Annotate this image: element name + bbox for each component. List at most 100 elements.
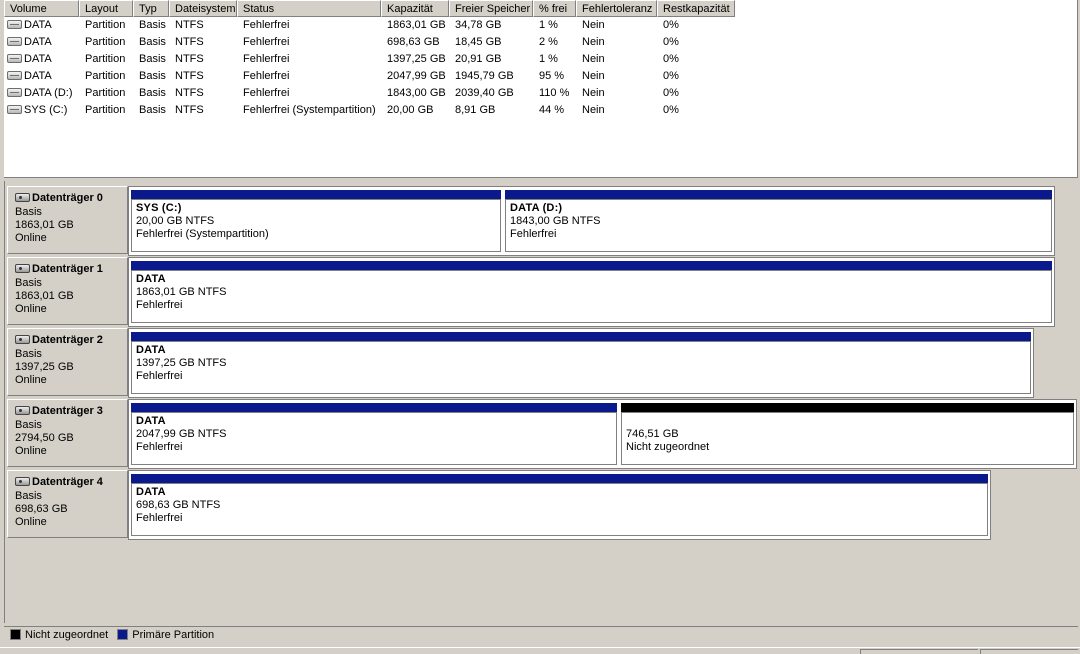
fault-tolerance-cell: Nein xyxy=(582,19,605,31)
partition-size: 1863,01 GB NTFS xyxy=(136,286,227,298)
disk-type: Basis xyxy=(15,419,42,431)
partition-status: Fehlerfrei xyxy=(136,441,183,453)
disk-label-3[interactable]: Datenträger 3 Basis 2794,50 GB Online xyxy=(7,399,128,467)
column-header-typ[interactable]: Typ xyxy=(133,0,169,17)
disk-type: Basis xyxy=(15,206,42,218)
free-space-cell: 2039,40 GB xyxy=(455,87,514,99)
free-space-cell: 18,45 GB xyxy=(455,36,502,48)
volume-name: SYS (C:) xyxy=(24,104,68,116)
disk-label-0[interactable]: Datenträger 0 Basis 1863,01 GB Online xyxy=(7,186,128,254)
primary-partition-swatch xyxy=(117,629,129,640)
fault-tolerance-cell: Nein xyxy=(582,36,605,48)
table-row[interactable]: DATA Partition Basis NTFS Fehlerfrei 698… xyxy=(4,34,1077,51)
fault-tolerance-cell: Nein xyxy=(582,53,605,65)
volume-list[interactable]: Volume Layout Typ Dateisystem Status Kap… xyxy=(4,0,1078,178)
free-space-cell: 1945,79 GB xyxy=(455,70,514,82)
column-header-fehlertoleranz[interactable]: Fehlertoleranz xyxy=(576,0,657,17)
type-cell: Basis xyxy=(139,104,166,116)
table-row[interactable]: DATA Partition Basis NTFS Fehlerfrei 186… xyxy=(4,17,1077,34)
hard-disk-icon xyxy=(15,264,30,273)
column-header-freier-speicher[interactable]: Freier Speicher xyxy=(449,0,533,17)
partition-name: DATA xyxy=(136,273,166,285)
disk-size: 1863,01 GB xyxy=(15,219,74,231)
disk-label-1[interactable]: Datenträger 1 Basis 1863,01 GB Online xyxy=(7,257,128,325)
partition-status: Fehlerfrei xyxy=(510,228,557,240)
partition-unallocated[interactable]: 746,51 GB Nicht zugeordnet xyxy=(619,400,1076,468)
column-header-prozent-frei[interactable]: % frei xyxy=(533,0,576,17)
partition-size: 1397,25 GB NTFS xyxy=(136,357,227,369)
volume-cell: DATA (D:) xyxy=(4,85,79,102)
status-cell: Fehlerfrei xyxy=(243,36,290,48)
table-row[interactable]: DATA (D:) Partition Basis NTFS Fehlerfre… xyxy=(4,85,1077,102)
partition-data[interactable]: DATA 2047,99 GB NTFS Fehlerfrei xyxy=(129,400,619,468)
disk-title: Datenträger 2 xyxy=(32,334,103,346)
volume-list-header: Volume Layout Typ Dateisystem Status Kap… xyxy=(4,0,1077,17)
disk-size: 2794,50 GB xyxy=(15,432,74,444)
filesystem-cell: NTFS xyxy=(175,87,204,99)
filesystem-cell: NTFS xyxy=(175,70,204,82)
free-space-cell: 34,78 GB xyxy=(455,19,502,31)
table-row[interactable]: SYS (C:) Partition Basis NTFS Fehlerfrei… xyxy=(4,102,1077,119)
disk-title: Datenträger 0 xyxy=(32,192,103,204)
capacity-cell: 20,00 GB xyxy=(387,104,434,116)
type-cell: Basis xyxy=(139,87,166,99)
disk-partitions-3: DATA 2047,99 GB NTFS Fehlerfrei 746,51 G… xyxy=(128,399,1077,469)
status-bar xyxy=(0,647,1080,654)
hard-disk-icon xyxy=(15,406,30,415)
partition-name: DATA xyxy=(136,344,166,356)
disk-graphical-view[interactable]: Datenträger 0 Basis 1863,01 GB Online SY… xyxy=(4,181,1078,623)
volume-cell: DATA xyxy=(4,34,79,51)
partition-data-d[interactable]: DATA (D:) 1843,00 GB NTFS Fehlerfrei xyxy=(503,187,1054,255)
partition-status: Nicht zugeordnet xyxy=(626,441,710,453)
disk-type: Basis xyxy=(15,277,42,289)
percent-free-cell: 2 % xyxy=(539,36,558,48)
filesystem-cell: NTFS xyxy=(175,104,204,116)
column-header-layout[interactable]: Layout xyxy=(79,0,133,17)
partition-sys-c[interactable]: SYS (C:) 20,00 GB NTFS Fehlerfrei (Syste… xyxy=(129,187,503,255)
partition-size: 2047,99 GB NTFS xyxy=(136,428,227,440)
volume-cell: DATA xyxy=(4,17,79,34)
volume-cell: SYS (C:) xyxy=(4,102,79,119)
column-header-volume[interactable]: Volume xyxy=(4,0,79,17)
volume-name: DATA (D:) xyxy=(24,87,73,99)
disk-row-4: Datenträger 4 Basis 698,63 GB Online DAT… xyxy=(5,468,1079,540)
partition-size: 698,63 GB NTFS xyxy=(136,499,221,511)
status-cell: Fehlerfrei xyxy=(243,53,290,65)
disk-size: 698,63 GB xyxy=(15,503,68,515)
layout-cell: Partition xyxy=(85,19,126,31)
volume-name: DATA xyxy=(24,36,52,48)
layout-cell: Partition xyxy=(85,104,126,116)
partition-name: DATA xyxy=(136,486,166,498)
status-cell: Fehlerfrei (Systempartition) xyxy=(243,104,376,116)
table-row[interactable]: DATA Partition Basis NTFS Fehlerfrei 204… xyxy=(4,68,1077,85)
disk-row-3: Datenträger 3 Basis 2794,50 GB Online DA… xyxy=(5,397,1079,469)
volume-drive-icon xyxy=(7,88,22,97)
partition-data[interactable]: DATA 698,63 GB NTFS Fehlerfrei xyxy=(129,471,990,539)
column-header-dateisystem[interactable]: Dateisystem xyxy=(169,0,237,17)
disk-size: 1863,01 GB xyxy=(15,290,74,302)
disk-status: Online xyxy=(15,445,47,457)
legend-label: Primäre Partition xyxy=(132,629,215,641)
percent-free-cell: 1 % xyxy=(539,19,558,31)
partition-data[interactable]: DATA 1397,25 GB NTFS Fehlerfrei xyxy=(129,329,1033,397)
primary-partition-bar xyxy=(131,403,617,412)
partition-status: Fehlerfrei xyxy=(136,299,183,311)
disk-label-2[interactable]: Datenträger 2 Basis 1397,25 GB Online xyxy=(7,328,128,396)
status-cell: Fehlerfrei xyxy=(243,87,290,99)
disk-partitions-1: DATA 1863,01 GB NTFS Fehlerfrei xyxy=(128,257,1055,327)
legend-item-primary: Primäre Partition xyxy=(117,629,214,642)
layout-cell: Partition xyxy=(85,87,126,99)
status-cell: Fehlerfrei xyxy=(243,19,290,31)
disk-title: Datenträger 4 xyxy=(32,476,103,488)
column-header-restkapazitaet[interactable]: Restkapazität xyxy=(657,0,735,17)
partition-data[interactable]: DATA 1863,01 GB NTFS Fehlerfrei xyxy=(129,258,1054,326)
disk-type: Basis xyxy=(15,348,42,360)
column-header-status[interactable]: Status xyxy=(237,0,381,17)
column-header-kapazitaet[interactable]: Kapazität xyxy=(381,0,449,17)
hard-disk-icon xyxy=(15,193,30,202)
percent-free-cell: 110 % xyxy=(539,87,570,99)
volume-cell: DATA xyxy=(4,51,79,68)
disk-label-4[interactable]: Datenträger 4 Basis 698,63 GB Online xyxy=(7,470,128,538)
type-cell: Basis xyxy=(139,53,166,65)
table-row[interactable]: DATA Partition Basis NTFS Fehlerfrei 139… xyxy=(4,51,1077,68)
